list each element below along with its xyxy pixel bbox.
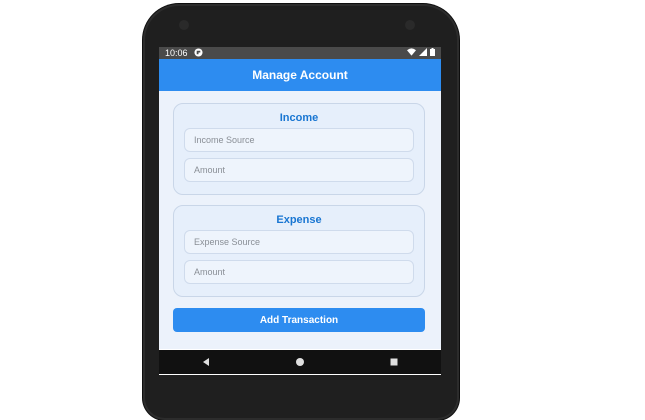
wifi-icon xyxy=(407,48,416,58)
recents-square-icon xyxy=(390,358,398,366)
notification-icon xyxy=(193,47,203,59)
camera-dot xyxy=(179,20,189,30)
income-source-input[interactable]: Income Source xyxy=(184,128,414,152)
back-button[interactable] xyxy=(197,353,215,371)
status-time: 10:06 xyxy=(165,48,188,58)
expense-source-input[interactable]: Expense Source xyxy=(184,230,414,254)
app-screen: 10:06 Manage Account Income Income Sourc… xyxy=(159,47,441,375)
add-transaction-button[interactable]: Add Transaction xyxy=(173,308,425,332)
home-circle-icon xyxy=(296,358,304,366)
income-title: Income xyxy=(279,112,319,124)
expense-card: Expense Expense Source Amount xyxy=(173,205,425,297)
sensor-dot xyxy=(405,20,415,30)
expense-amount-input[interactable]: Amount xyxy=(184,260,414,284)
expense-title: Expense xyxy=(276,214,322,226)
home-button[interactable] xyxy=(291,353,309,371)
system-navigation-bar xyxy=(159,350,441,374)
status-bar: 10:06 xyxy=(159,47,441,59)
battery-icon xyxy=(430,48,435,58)
recents-button[interactable] xyxy=(385,353,403,371)
app-bar: Manage Account xyxy=(159,59,441,91)
income-card: Income Income Source Amount xyxy=(173,103,425,195)
signal-icon xyxy=(419,48,427,58)
page-title: Manage Account xyxy=(252,68,348,82)
back-triangle-icon xyxy=(203,358,209,366)
income-amount-input[interactable]: Amount xyxy=(184,158,414,182)
